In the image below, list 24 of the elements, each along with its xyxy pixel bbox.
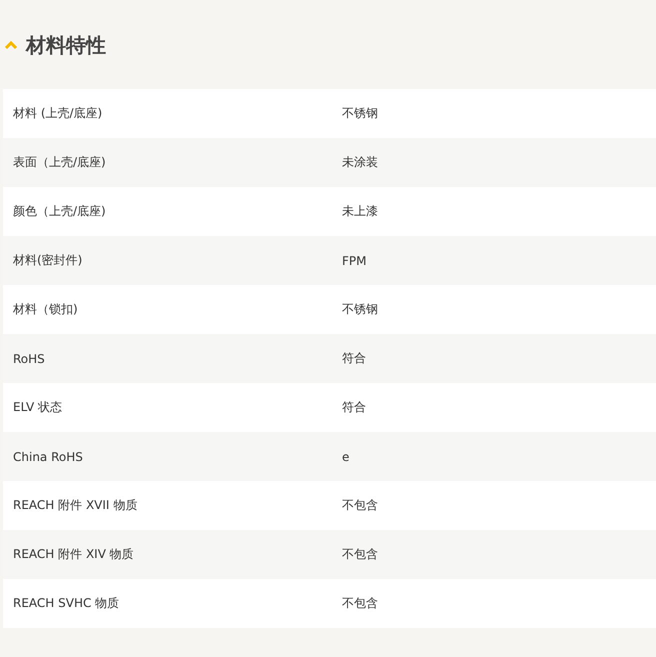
value-cell-text: 不锈钢 [341, 301, 378, 318]
property-cell-text: 颜色（上壳/底座) [12, 203, 107, 220]
property-cell-text: China RoHS [12, 450, 84, 464]
property-cell-text: REACH 附件 XVII 物质 [12, 497, 138, 514]
property-cell-text: 表面（上壳/底座) [12, 154, 107, 171]
property-cell-text: 材料(密封件) [12, 252, 84, 269]
value-cell-text: 符合 [341, 350, 366, 367]
property-cell-text: REACH SVHC 物质 [12, 595, 120, 612]
value-cell-text: 不锈钢 [341, 105, 378, 122]
property-cell-text: RoHS [12, 352, 46, 366]
section-title: 材料特性 [26, 32, 106, 58]
chevron-icon[interactable] [4, 40, 18, 50]
value-cell-text: FPM [341, 254, 366, 268]
property-cell-text: 材料 (上壳/底座) [12, 105, 104, 122]
value-cell-text: 未涂装 [341, 154, 378, 171]
value-cell-text: 符合 [341, 399, 366, 416]
property-cell-text: ELV 状态 [12, 399, 63, 416]
value-cell-text: e [341, 450, 350, 464]
value-cell-text: 不包含 [341, 595, 378, 612]
property-cell-text: REACH 附件 XIV 物质 [12, 546, 135, 563]
value-cell-text: 未上漆 [341, 203, 378, 220]
property-cell-text: 材料（锁扣) [12, 301, 79, 318]
value-cell-text: 不包含 [341, 497, 378, 514]
value-cell-text: 不包含 [341, 546, 378, 563]
